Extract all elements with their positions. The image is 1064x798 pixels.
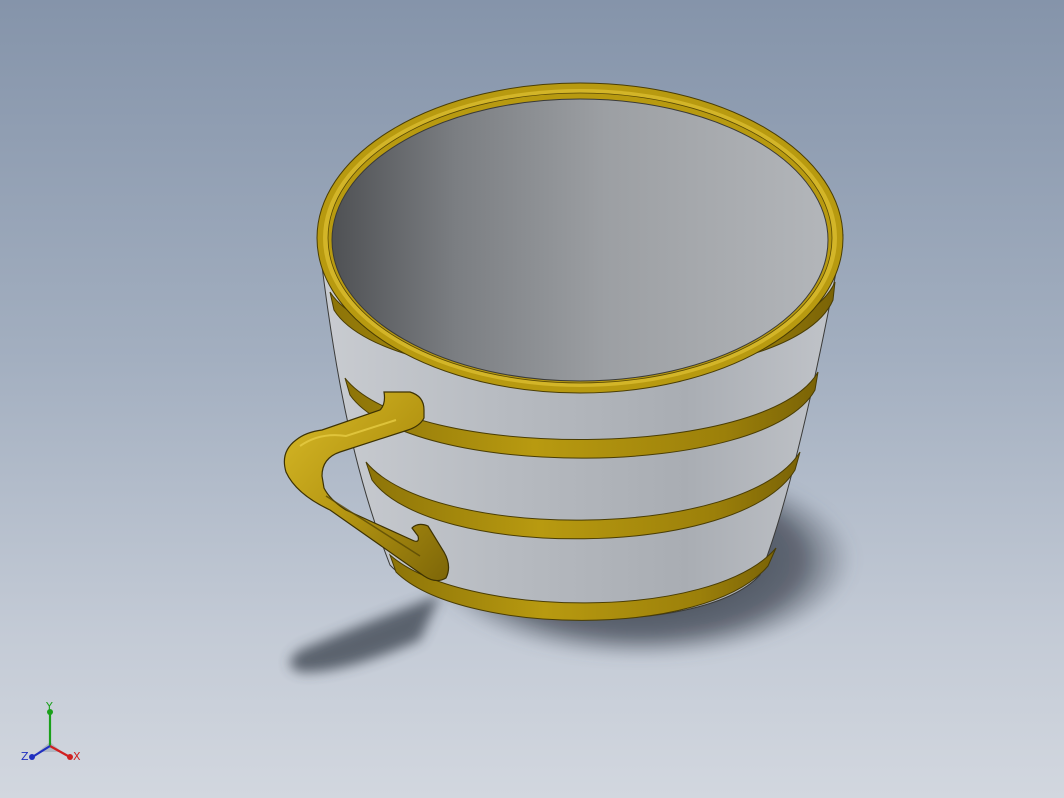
graphics-viewport[interactable]: Y X Z [0, 0, 1064, 798]
x-axis-label: X [73, 750, 81, 763]
model-view[interactable] [0, 0, 1064, 798]
cup-interior [331, 98, 829, 382]
z-axis-label: Z [21, 750, 29, 763]
y-axis-label: Y [45, 702, 53, 713]
orientation-triad[interactable]: Y X Z [20, 702, 86, 768]
z-axis-tip [29, 754, 35, 760]
